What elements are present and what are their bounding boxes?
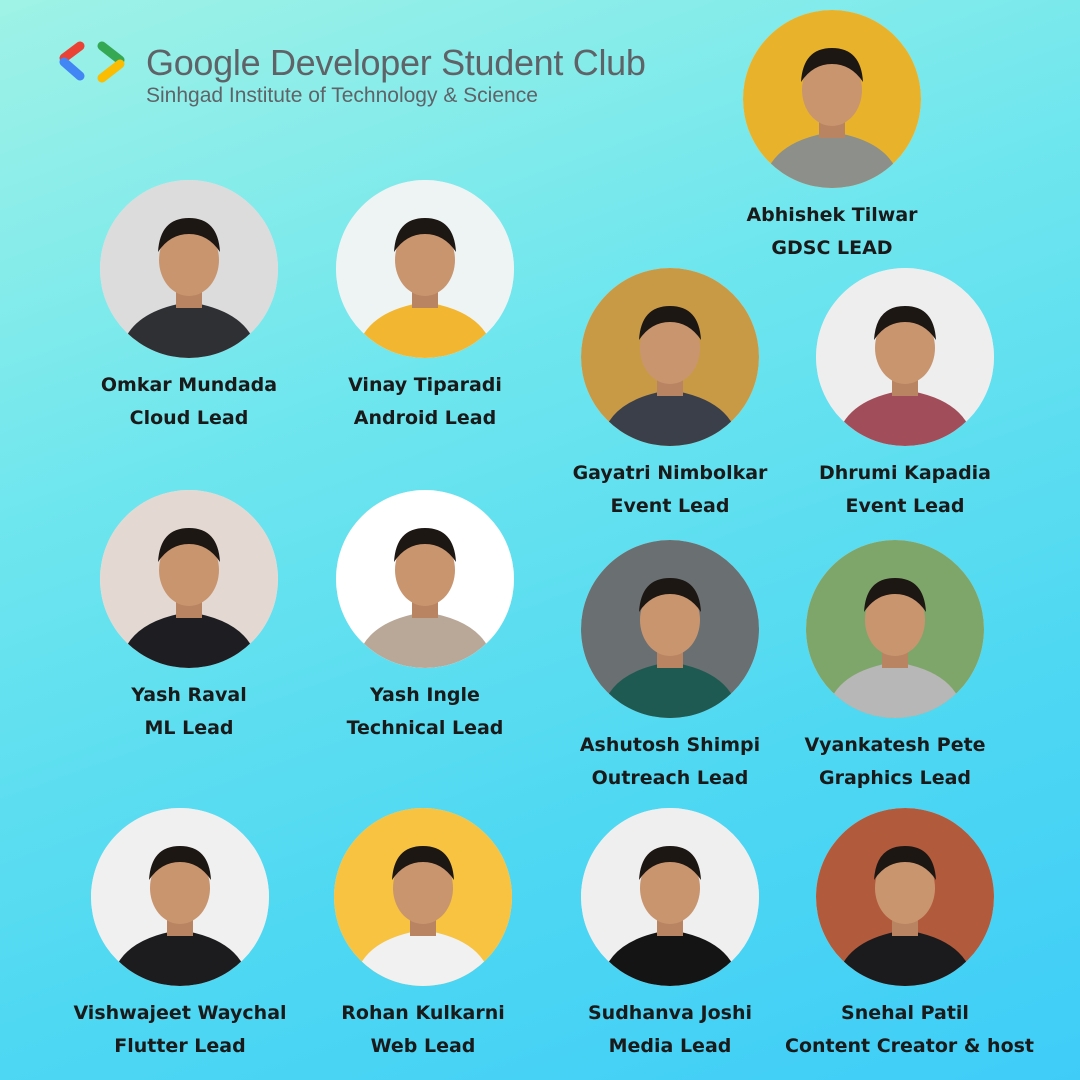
member-role: Web Lead	[370, 1035, 476, 1057]
member-name: Omkar Mundada	[100, 374, 278, 396]
member-name: Yash Raval	[131, 684, 247, 706]
member-photo	[581, 540, 759, 718]
member-name: Vinay Tiparadi	[348, 374, 502, 396]
member-name: Gayatri Nimbolkar	[572, 462, 768, 484]
member-role: Android Lead	[353, 407, 497, 429]
member-photo	[581, 268, 759, 446]
member-role: Outreach Lead	[591, 767, 749, 789]
member-name: Yash Ingle	[370, 684, 480, 706]
member-role: Event Lead	[845, 495, 965, 517]
gdsc-logo: Google Developer Student Club Sinhgad In…	[58, 38, 658, 110]
club-title: Google Developer Student Club	[146, 42, 646, 83]
member-name: Sudhanva Joshi	[588, 1002, 752, 1024]
member-role: Flutter Lead	[114, 1035, 246, 1057]
member-photo	[100, 180, 278, 358]
person-portrait-icon	[100, 490, 278, 668]
member-photo	[743, 10, 921, 188]
member-name: Abhishek Tilwar	[746, 204, 918, 226]
person-portrait-icon	[336, 490, 514, 668]
member-name: Snehal Patil	[841, 1002, 969, 1024]
member-role: GDSC LEAD	[771, 237, 893, 259]
member-name: Dhrumi Kapadia	[818, 462, 992, 484]
member-photo	[816, 808, 994, 986]
member-photo	[91, 808, 269, 986]
member-photo	[806, 540, 984, 718]
person-portrait-icon	[816, 808, 994, 986]
member-name: Rohan Kulkarni	[341, 1002, 505, 1024]
member-role: Technical Lead	[346, 717, 504, 739]
member-name: Vyankatesh Pete	[804, 734, 986, 756]
member-role: Event Lead	[610, 495, 730, 517]
person-portrait-icon	[743, 10, 921, 188]
member-role: Graphics Lead	[818, 767, 972, 789]
person-portrait-icon	[91, 808, 269, 986]
member-name: Vishwajeet Waychal	[73, 1002, 287, 1024]
member-photo	[816, 268, 994, 446]
person-portrait-icon	[336, 180, 514, 358]
person-portrait-icon	[334, 808, 512, 986]
member-photo	[336, 180, 514, 358]
member-role: ML Lead	[144, 717, 234, 739]
member-role: Media Lead	[608, 1035, 732, 1057]
person-portrait-icon	[581, 808, 759, 986]
person-portrait-icon	[806, 540, 984, 718]
member-name: Ashutosh Shimpi	[579, 734, 761, 756]
member-photo	[581, 808, 759, 986]
person-portrait-icon	[816, 268, 994, 446]
person-portrait-icon	[581, 540, 759, 718]
member-role: Content Creator & host	[785, 1035, 1035, 1057]
member-photo	[100, 490, 278, 668]
member-photo	[336, 490, 514, 668]
gdsc-brackets-icon	[59, 41, 125, 83]
person-portrait-icon	[581, 268, 759, 446]
member-role: Cloud Lead	[129, 407, 249, 429]
member-photo	[334, 808, 512, 986]
person-portrait-icon	[100, 180, 278, 358]
institute-subtitle: Sinhgad Institute of Technology & Scienc…	[146, 84, 538, 107]
